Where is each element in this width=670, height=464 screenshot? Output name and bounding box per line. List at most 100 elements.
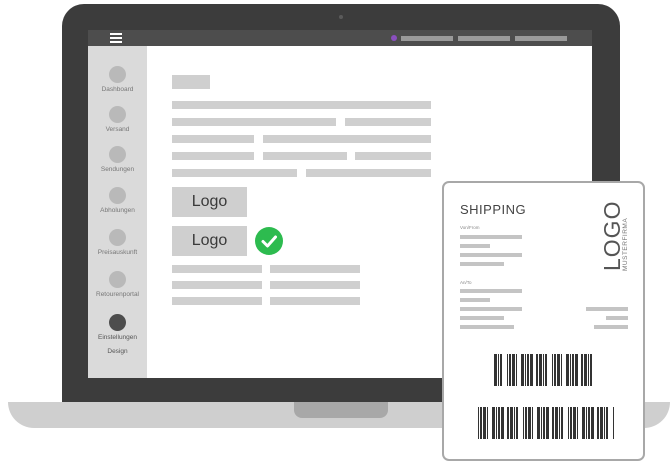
sidebar-item-retourenportal[interactable]: Retourenportal [88,271,147,299]
barcode-bar [496,407,497,439]
text-line [263,135,431,143]
barcode-bar [588,354,589,386]
barcode-bar [501,407,504,439]
text-line [172,101,431,109]
top-nav-link[interactable] [458,36,510,41]
barcode-bar [539,354,542,386]
camera-icon [339,15,343,19]
barcode-bar [525,407,527,439]
company-logo: LOGO MUSTERFIRMA [599,201,629,271]
from-address-line [460,262,504,266]
barcode-bar [591,407,594,439]
dashboard-icon [109,66,126,83]
sidebar-item-label: Sendungen [100,166,135,173]
barcode-bar [536,354,538,386]
barcode-bar [532,407,533,439]
text-line [355,152,431,160]
sidebar-item-sendungen[interactable]: Sendungen [88,146,147,174]
barcode-bar [487,407,488,439]
barcode-bar [559,407,560,439]
sidebar-item-versand[interactable]: Versand [88,106,147,134]
barcode-bar [600,407,603,439]
barcode-bar [541,407,542,439]
top-nav-link[interactable] [401,36,453,41]
sidebar-item-dashboard[interactable]: Dashboard [88,66,147,94]
barcode-bar [581,354,583,386]
from-label: Von/From [460,225,480,230]
barcode-bar [521,354,524,386]
sidebar-item-label: Versand [105,126,130,133]
retourenportal-icon [109,271,126,288]
einstellungen-icon [109,314,126,331]
section-heading [172,75,210,89]
text-line [270,297,360,305]
sidebar-item-preisauskunft[interactable]: Preisauskunft [88,229,147,257]
sidebar-item-einstellungen[interactable]: Einstellungen Design [88,314,147,356]
barcode-bar [516,354,517,386]
laptop-notch [294,402,388,418]
to-label: An/To [460,280,472,285]
text-line [263,152,347,160]
sendungen-icon [109,146,126,163]
barcode-bar [498,354,499,386]
text-line [306,169,431,177]
barcode-bar [555,407,558,439]
barcode-bar [507,407,509,439]
from-address-line [460,244,490,248]
text-line [345,118,431,126]
reference-line [586,307,628,311]
text-line [172,135,254,143]
to-address-line [460,325,514,329]
barcode-bar [552,354,553,386]
preisauskunft-icon [109,229,126,246]
barcode-bar [561,407,563,439]
sidebar: Dashboard Versand Sendungen Abholungen P… [88,46,147,378]
barcode-bar [537,407,540,439]
barcode-bar [584,354,587,386]
text-line [172,118,336,126]
logo-option-button[interactable]: Logo [172,187,247,217]
to-address-line [460,307,522,311]
barcode-bar [530,354,533,386]
reference-line [594,325,628,329]
barcode-bar [523,407,524,439]
barcode-small [494,354,592,386]
company-name: MUSTERFIRMA [622,218,629,271]
barcode-bar [604,407,605,439]
barcode-bar [566,354,569,386]
barcode-bar [545,354,547,386]
barcode-bar [572,354,574,386]
barcode-bar [577,407,578,439]
barcode-bar [554,354,556,386]
sidebar-item-label: Preisauskunft [97,249,138,256]
barcode-bar [516,407,518,439]
logo-option-button-selected[interactable]: Logo [172,226,247,256]
checkmark-icon [255,227,283,255]
barcode-bar [509,354,511,386]
barcode-bar [543,354,544,386]
barcode-bar [570,407,572,439]
barcode-bar [588,407,590,439]
sidebar-item-label: Abholungen [100,207,135,214]
text-line [172,297,262,305]
text-line [172,265,262,273]
barcode-bar [480,407,482,439]
barcode-bar [528,407,531,439]
barcode-bar [586,407,587,439]
barcode-bar [507,354,508,386]
top-nav-link[interactable] [515,36,567,41]
from-address-line [460,235,522,239]
top-bar [88,30,592,46]
barcode-bar [543,407,545,439]
barcode-bar [597,407,599,439]
barcode-bar [557,354,560,386]
hamburger-menu-icon[interactable] [110,33,122,43]
sidebar-item-abholungen[interactable]: Abholungen [88,187,147,215]
text-line [172,169,297,177]
barcode-bar [498,407,500,439]
barcode-bar [613,407,614,439]
text-line [270,281,360,289]
barcode-bar [546,407,549,439]
barcode-bar [500,354,502,386]
notification-dot [391,35,397,41]
